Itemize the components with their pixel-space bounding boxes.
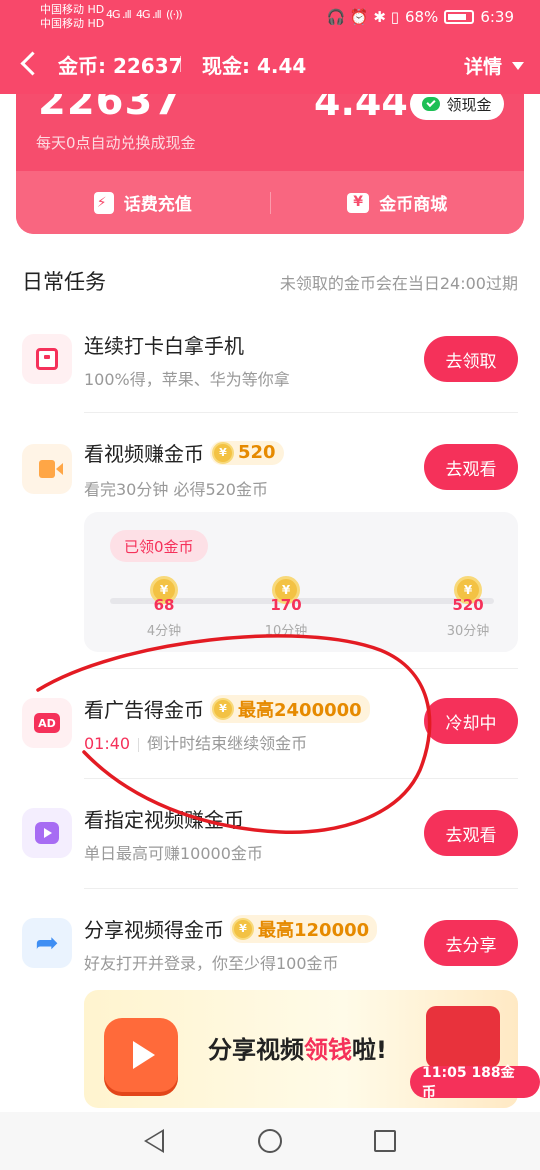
task-subtitle: 01:40 倒计时结束继续领金币 bbox=[84, 734, 308, 753]
share-button[interactable]: 去分享 bbox=[424, 920, 518, 966]
coin-icon: ¥ bbox=[212, 441, 234, 464]
header-cash: 现金: 4.44 bbox=[202, 54, 307, 78]
nav-back-icon[interactable] bbox=[144, 1129, 164, 1153]
countdown-timer: 01:40 bbox=[84, 734, 131, 753]
video-camera-icon bbox=[22, 444, 72, 494]
reward-badge: ¥ 520 bbox=[210, 440, 284, 465]
banner-text: 分享视频领钱啦! bbox=[208, 1036, 387, 1064]
battery-percent: 68% bbox=[404, 8, 439, 26]
caret-down-icon bbox=[512, 61, 524, 70]
clock: 6:39 bbox=[480, 8, 514, 26]
coins-balance: 22637 bbox=[38, 94, 183, 124]
claim-button[interactable]: 去领取 bbox=[424, 336, 518, 382]
task-subtitle: 100%得，苹果、华为等你拿 bbox=[84, 370, 290, 389]
task-title: 看视频赚金币 ¥ 520 bbox=[84, 438, 284, 467]
share-icon: ➦ bbox=[22, 918, 72, 968]
phone-recharge-button[interactable]: 话费充值 bbox=[16, 171, 270, 234]
watch-progress-panel: 已领0金币 ¥ 68 4分钟 ¥ 170 10分钟 ¥ 520 30分钟 bbox=[84, 512, 518, 652]
play-icon bbox=[104, 1018, 178, 1092]
play-icon bbox=[22, 808, 72, 858]
header-coins: 金币: 22637 bbox=[58, 54, 183, 78]
detail-label: 详情 bbox=[463, 56, 502, 78]
bolt-icon bbox=[93, 191, 114, 214]
coin-icon: ¥ bbox=[212, 697, 234, 720]
carrier-2: 中国移动 HD bbox=[40, 17, 105, 30]
milestone-value: 520 bbox=[452, 596, 484, 614]
nav-recent-icon[interactable] bbox=[374, 1130, 396, 1152]
reward-timer-badge[interactable]: 11:05 188金币 bbox=[410, 1065, 540, 1101]
wifi-icon: ((·)) bbox=[166, 8, 183, 21]
milestone: ¥ 170 10分钟 bbox=[256, 576, 316, 639]
divider bbox=[84, 778, 518, 779]
milestone-value: 170 bbox=[270, 596, 302, 614]
reward-badge: ¥ 最高120000 bbox=[230, 914, 378, 943]
carrier-1: 中国移动 HD bbox=[40, 3, 105, 16]
detail-button[interactable]: 详情 bbox=[464, 52, 524, 79]
divider bbox=[84, 412, 518, 413]
watch-button[interactable]: 去观看 bbox=[424, 810, 518, 856]
task-title: 分享视频得金币 ¥ 最高120000 bbox=[84, 914, 378, 943]
withdraw-cash-button[interactable]: 领现金 bbox=[410, 94, 504, 120]
cooldown-button[interactable]: 冷却中 bbox=[424, 698, 518, 744]
withdraw-label: 领现金 bbox=[446, 95, 492, 114]
milestone-label: 10分钟 bbox=[264, 624, 308, 639]
coin-mall-label: 金币商城 bbox=[379, 195, 448, 215]
mall-icon bbox=[347, 192, 370, 213]
card-actions: 话费充值 金币商城 bbox=[16, 171, 524, 234]
task-title: 看广告得金币 ¥ 最高2400000 bbox=[84, 694, 370, 723]
phone-recharge-label: 话费充值 bbox=[123, 195, 192, 215]
milestone-label: 30分钟 bbox=[446, 624, 490, 639]
reward-badge: ¥ 最高2400000 bbox=[210, 694, 370, 723]
header-divider bbox=[180, 56, 181, 72]
battery-icon bbox=[444, 10, 475, 24]
app-header: 金币: 22637 现金: 4.44 详情 bbox=[0, 34, 540, 94]
system-nav-bar bbox=[0, 1112, 540, 1170]
cash-balance: 4.44 bbox=[314, 94, 408, 124]
status-bar: 中国移动 HD 中国移动 HD 4G .ıll 4G .ıll ((·)) 🎧 … bbox=[0, 0, 540, 34]
coin-mall-button[interactable]: 金币商城 bbox=[271, 171, 525, 234]
ad-icon: AD bbox=[22, 698, 72, 748]
task-subtitle: 单日最高可赚10000金币 bbox=[84, 844, 263, 863]
expiry-note: 未领取的金币会在当日24:00过期 bbox=[279, 274, 518, 293]
gift-box-icon bbox=[426, 1006, 500, 1068]
nav-home-icon[interactable] bbox=[258, 1129, 282, 1153]
wechat-icon bbox=[422, 97, 441, 111]
milestone-value: 68 bbox=[153, 596, 175, 614]
milestone: ¥ 68 4分钟 bbox=[134, 576, 194, 639]
task-subtitle: 好友打开并登录，你至少得100金币 bbox=[84, 954, 339, 973]
divider bbox=[84, 668, 518, 669]
watch-button[interactable]: 去观看 bbox=[424, 444, 518, 490]
milestone-label: 4分钟 bbox=[146, 624, 182, 639]
section-title: 日常任务 bbox=[22, 270, 106, 294]
task-title: 连续打卡白拿手机 bbox=[84, 334, 244, 358]
claimed-badge: 已领0金币 bbox=[110, 530, 208, 562]
task-title: 看指定视频赚金币 bbox=[84, 808, 244, 832]
task-subtitle: 看完30分钟 必得520金币 bbox=[84, 480, 268, 499]
back-icon[interactable] bbox=[14, 48, 44, 78]
milestone: ¥ 520 30分钟 bbox=[438, 576, 498, 639]
divider bbox=[84, 888, 518, 889]
status-icons: 🎧 ⏰ ✱ ▯ bbox=[326, 8, 399, 26]
auto-exchange-note: 每天0点自动兑换成现金 bbox=[36, 134, 196, 152]
balance-card: 22637 4.44 领现金 每天0点自动兑换成现金 话费充值 金币商城 bbox=[16, 94, 524, 234]
signal-icon: 4G .ıll bbox=[106, 8, 132, 21]
signal-icon: 4G .ıll bbox=[136, 8, 162, 21]
coin-icon: ¥ bbox=[232, 917, 254, 940]
checkin-icon bbox=[22, 334, 72, 384]
